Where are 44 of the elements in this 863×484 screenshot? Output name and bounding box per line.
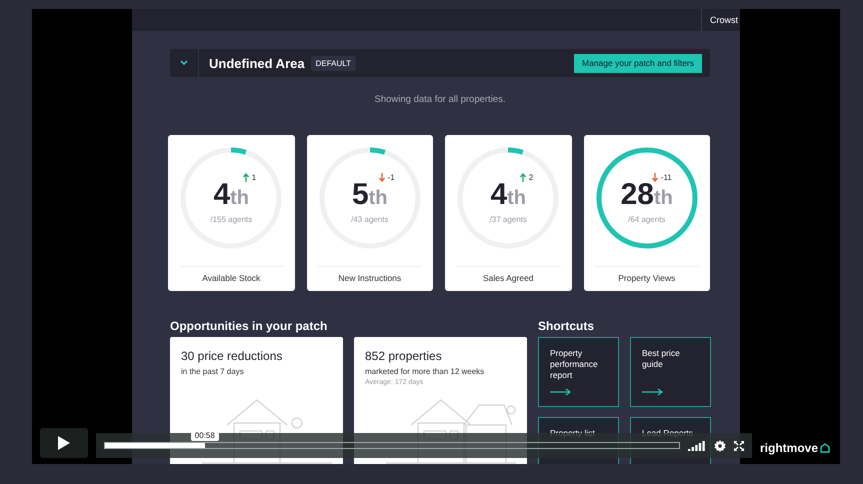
rank-suffix: th bbox=[368, 186, 388, 210]
stat-label: Property Views bbox=[594, 266, 700, 291]
agent-total: /37 agents bbox=[490, 214, 527, 224]
shortcut-link[interactable]: Best price guide bbox=[630, 337, 711, 407]
play-button[interactable] bbox=[40, 428, 88, 458]
opportunity-title: 852 properties bbox=[365, 349, 443, 363]
volume-icon[interactable] bbox=[688, 440, 706, 450]
play-icon bbox=[57, 435, 71, 451]
agent-total: /155 agents bbox=[210, 214, 252, 224]
section-heading: Opportunities in your patch bbox=[170, 319, 328, 335]
house-icon bbox=[820, 443, 830, 453]
time-tooltip: 00:58 bbox=[190, 430, 219, 441]
opportunity-subtitle: in the past 7 days bbox=[181, 367, 245, 376]
rank-suffix: th bbox=[507, 186, 526, 210]
rank-number: 5 bbox=[352, 178, 369, 212]
default-badge: DEFAULT bbox=[310, 56, 356, 70]
shortcut-link[interactable]: Property performance report bbox=[538, 337, 619, 407]
agent-total: /64 agents bbox=[628, 214, 666, 224]
area-name: Undefined Area bbox=[209, 56, 305, 70]
stat-label: Available Stock bbox=[178, 266, 284, 291]
user-name[interactable]: Crowst bbox=[700, 9, 740, 31]
fullscreen-icon[interactable] bbox=[734, 440, 744, 450]
rank-change: -1 bbox=[388, 172, 395, 182]
section-heading: Shortcuts bbox=[538, 319, 596, 335]
manage-patch-button[interactable]: Manage your patch and filters bbox=[574, 54, 702, 72]
rank-number: 4 bbox=[213, 178, 230, 212]
rank-suffix: th bbox=[230, 186, 250, 210]
rank-suffix: th bbox=[654, 186, 673, 210]
agent-total: /43 agents bbox=[351, 214, 388, 224]
logo-text[interactable]: rightmove bbox=[760, 441, 818, 455]
rank-number: 28 bbox=[620, 178, 654, 212]
stat-label: Sales Agreed bbox=[456, 266, 561, 291]
stat-label: New Instructions bbox=[317, 266, 422, 291]
rank-change: 2 bbox=[528, 172, 534, 182]
opportunity-title: 30 price reductions bbox=[181, 349, 284, 363]
rank-change: -11 bbox=[660, 172, 672, 182]
settings-icon[interactable] bbox=[714, 440, 726, 452]
rank-change: 1 bbox=[252, 172, 256, 182]
rank-number: 4 bbox=[490, 178, 508, 212]
right-arrow-icon bbox=[550, 388, 572, 396]
data-note: Showing data for all properties. bbox=[374, 94, 506, 105]
right-arrow-icon bbox=[642, 388, 664, 396]
opportunity-subtitle: marketed for more than 12 weeks bbox=[365, 367, 486, 376]
progress-track[interactable] bbox=[104, 442, 680, 449]
